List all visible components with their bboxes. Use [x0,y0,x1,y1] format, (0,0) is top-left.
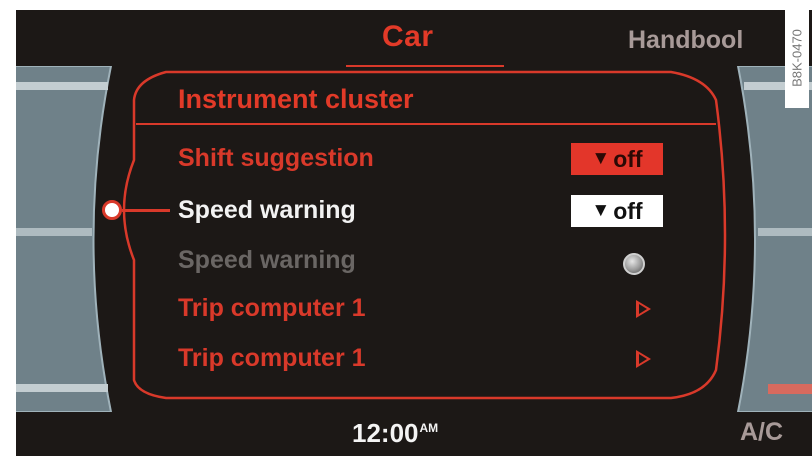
image-reference-code: B8K-0470 [785,8,809,108]
menu-heading: Instrument cluster [178,84,414,114]
menu-item-trip-computer-1-b[interactable]: Trip computer 1 [178,344,366,373]
shift-suggestion-dropdown[interactable]: ▼ off [571,143,663,175]
menu-item-shift-suggestion[interactable]: Shift suggestion [178,144,374,173]
clock-suffix: AM [419,421,439,435]
tab-handbook[interactable]: Handbool [628,26,743,55]
selection-pointer-line [122,209,170,212]
ac-label[interactable]: A/C [740,418,783,447]
menu-item-speed-warning[interactable]: Speed warning [178,196,356,225]
dropdown-value: off [613,197,643,224]
clock: 12:00AM [352,418,438,449]
dropdown-value: off [613,145,643,172]
menu-item-trip-computer-1[interactable]: Trip computer 1 [178,294,366,323]
submenu-arrow-icon[interactable] [636,350,651,368]
dropdown-triangle-icon: ▼ [591,200,611,221]
dropdown-triangle-icon: ▼ [591,148,611,169]
selection-cursor-icon [102,200,122,220]
menu-item-speed-warning-disabled[interactable]: Speed warning [178,246,356,275]
screen-title: Car [382,20,434,53]
menu-frame [122,65,727,400]
mmi-display: Car Handbool Instrument cluster Shift su… [16,10,812,456]
clock-time: 12:00 [352,418,419,448]
submenu-arrow-icon[interactable] [636,300,651,318]
speed-warning-dropdown[interactable]: ▼ off [571,195,663,227]
radio-button[interactable] [623,253,645,275]
